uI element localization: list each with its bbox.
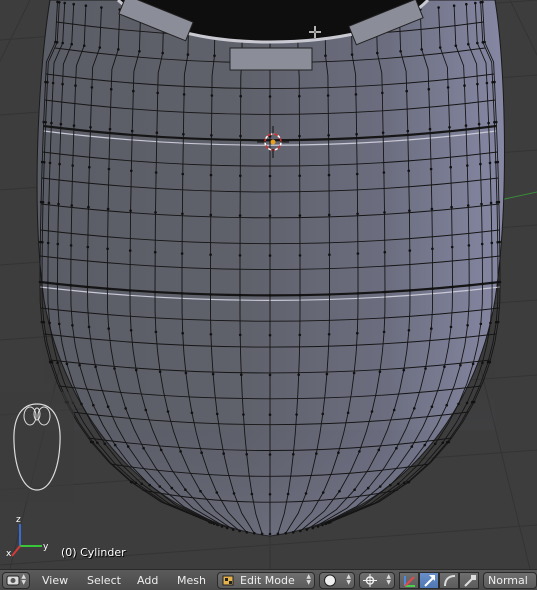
pivot-point-icon [363,574,377,587]
manipulator-toggle-icon [404,576,415,587]
select-menu[interactable]: Select [87,574,121,587]
editor-type-selector[interactable]: ▲ ▼ [2,572,30,589]
mouse-overlay-panel [0,392,74,502]
rotate-button[interactable] [439,572,459,589]
updown-arrows-icon: ▲ ▼ [386,573,391,586]
translate-arrow-icon [424,575,435,587]
mesh-scene[interactable] [0,0,537,569]
manipulator-toggle-button[interactable] [399,572,419,589]
mode-selector[interactable]: Edit Mode ▲ ▼ [217,572,315,589]
3d-view-header: ▲ ▼ View Select Add Mesh Edit Mode ▲ ▼ ▲ ▼ … [0,569,537,590]
svg-text:y: y [43,542,49,552]
manipulator-group [399,572,481,589]
translate-button[interactable] [419,572,439,589]
mesh-menu[interactable]: Mesh [177,574,206,587]
transform-orientation-selector[interactable]: Normal [483,572,537,589]
svg-text:x: x [6,549,12,558]
view-menu[interactable]: View [42,574,68,587]
mode-label: Edit Mode [240,574,295,587]
updown-arrows-icon: ▲ ▼ [306,573,311,586]
mouse-outline-icon [13,403,61,491]
pivot-point-selector[interactable]: ▲ ▼ [359,572,395,589]
transform-orientation-label: Normal [488,574,528,587]
updown-arrows-icon: ▲ ▼ [346,573,351,586]
solid-sphere-icon [324,574,336,587]
add-menu[interactable]: Add [137,574,158,587]
rotate-arc-icon [444,575,456,587]
edit-mode-icon [222,575,234,586]
scale-button[interactable] [459,572,479,589]
scale-icon [464,575,476,587]
3d-view-editor-icon [6,575,20,586]
view-axis-gizmo: z y x [6,515,49,558]
rim-handle-center [229,47,313,71]
object-name-label: (0) Cylinder [61,546,126,559]
updown-arrows-icon: ▲ ▼ [21,573,26,586]
svg-text:z: z [16,515,21,525]
viewport-shading-selector[interactable]: ▲ ▼ [319,572,355,589]
3d-viewport[interactable]: z y x (0) Cylinder [0,0,537,569]
